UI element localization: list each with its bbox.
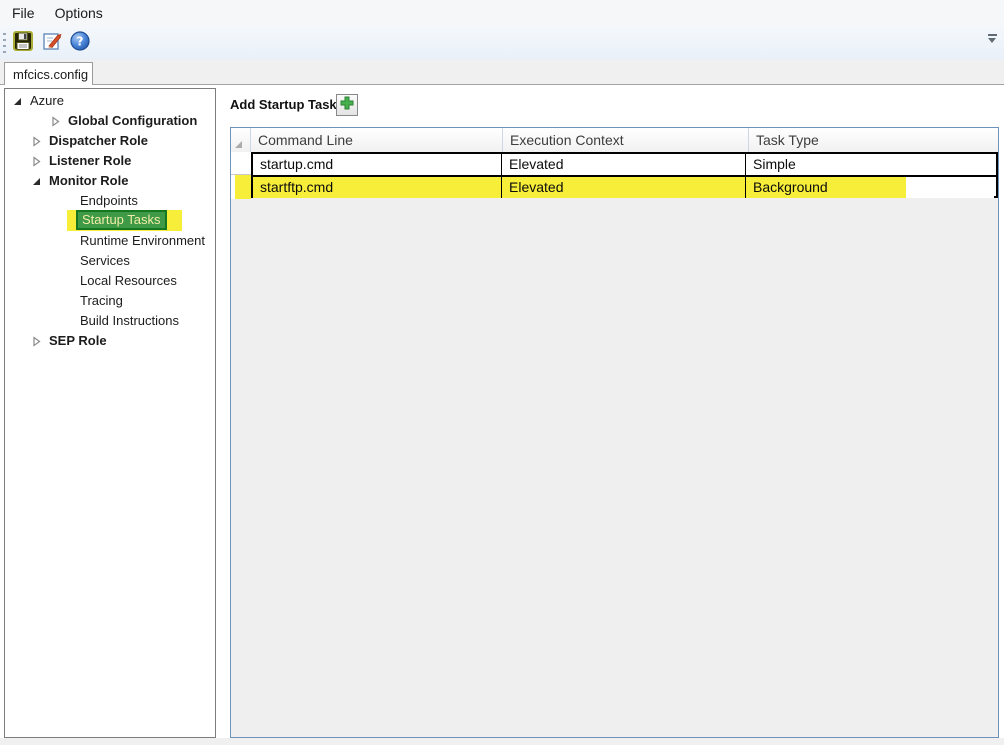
tree-item-label: Azure (30, 91, 64, 111)
tree-item-label: Startup Tasks (82, 212, 161, 227)
tree-item-build-instructions[interactable]: Build Instructions (80, 311, 179, 331)
add-startup-task-button[interactable] (336, 94, 358, 116)
svg-text:?: ? (77, 34, 84, 48)
cell-task-type[interactable]: Simple (746, 154, 994, 175)
cell-execution-context[interactable]: Elevated (502, 177, 746, 198)
tree-item-label: Monitor Role (49, 171, 128, 191)
tree-item-services[interactable]: Services (80, 251, 130, 271)
table-row-highlighted[interactable]: startftp.cmd Elevated Background (253, 175, 996, 196)
column-header-execution-context[interactable]: Execution Context (503, 128, 749, 152)
tree-item-label: Local Resources (80, 271, 177, 291)
expander-collapsed-icon[interactable] (49, 115, 61, 127)
menu-options[interactable]: Options (45, 1, 113, 25)
startup-tasks-grid: Command Line Execution Context Task Type… (230, 127, 999, 738)
tree-item-runtime-environment[interactable]: Runtime Environment (80, 231, 205, 251)
save-icon (12, 30, 34, 57)
cell-task-type[interactable]: Background (746, 177, 994, 198)
grid-header-row: Command Line Execution Context Task Type (231, 128, 998, 152)
plus-icon (340, 96, 354, 115)
tree-item-sep-role[interactable]: SEP Role (30, 331, 107, 351)
tree-item-label: SEP Role (49, 331, 107, 351)
toolbar: ? (0, 26, 1004, 60)
grid-corner-cell[interactable] (231, 128, 251, 152)
tree-item-label: Global Configuration (68, 111, 197, 131)
toolbar-overflow-button[interactable] (986, 34, 998, 50)
tree-item-label: Dispatcher Role (49, 131, 148, 151)
help-icon: ? (69, 30, 91, 57)
expander-expanded-icon[interactable] (11, 95, 23, 107)
tree-item-local-resources[interactable]: Local Resources (80, 271, 177, 291)
tree-item-label: Tracing (80, 291, 123, 311)
tree-item-global-configuration[interactable]: Global Configuration (49, 111, 197, 131)
tree-item-azure[interactable]: Azure (11, 91, 64, 111)
tree-item-label: Listener Role (49, 151, 131, 171)
edit-icon (41, 30, 63, 57)
tab-mfcics-config[interactable]: mfcics.config (4, 62, 93, 85)
overflow-chevron-icon (988, 34, 997, 36)
table-row[interactable]: startup.cmd Elevated Simple (253, 154, 996, 175)
tab-strip: mfcics.config (0, 60, 1004, 85)
app-window: File Options (0, 0, 1004, 745)
grid-row-headers (231, 152, 251, 199)
save-button[interactable] (10, 30, 36, 56)
config-tree-panel: Azure Global Configuration Dispatcher Ro… (4, 88, 216, 738)
menu-file[interactable]: File (2, 1, 45, 25)
row-header-1[interactable] (231, 152, 251, 175)
add-startup-task-label: Add Startup Task (230, 97, 337, 112)
column-header-command-line[interactable]: Command Line (251, 128, 503, 152)
cell-command-line[interactable]: startftp.cmd (253, 177, 502, 198)
tree-item-monitor-role[interactable]: Monitor Role (30, 171, 128, 191)
menu-bar: File Options (0, 0, 1004, 26)
column-header-task-type[interactable]: Task Type (749, 128, 997, 152)
expander-collapsed-icon[interactable] (30, 335, 42, 347)
tree-item-tracing[interactable]: Tracing (80, 291, 123, 311)
expander-collapsed-icon[interactable] (30, 155, 42, 167)
row-header-2[interactable] (231, 175, 251, 199)
edit-button[interactable] (39, 30, 65, 56)
toolbar-grip[interactable] (3, 33, 6, 55)
help-button[interactable]: ? (67, 30, 93, 56)
grid-rows: startup.cmd Elevated Simple startftp.cmd… (251, 152, 998, 198)
tree-item-startup-tasks[interactable]: Startup Tasks (76, 210, 167, 230)
tree-item-label: Build Instructions (80, 311, 179, 331)
tree-item-label: Endpoints (80, 191, 138, 211)
expander-collapsed-icon[interactable] (30, 135, 42, 147)
tree-item-listener-role[interactable]: Listener Role (30, 151, 131, 171)
cell-execution-context[interactable]: Elevated (502, 154, 746, 175)
expander-expanded-icon[interactable] (30, 175, 42, 187)
cell-command-line[interactable]: startup.cmd (253, 154, 502, 175)
tree-item-label: Runtime Environment (80, 231, 205, 251)
corner-triangle-icon (234, 140, 243, 149)
tree-item-label: Services (80, 251, 130, 271)
tree-item-endpoints[interactable]: Endpoints (80, 191, 138, 211)
tree-item-dispatcher-role[interactable]: Dispatcher Role (30, 131, 148, 151)
tab-label: mfcics.config (13, 67, 88, 82)
